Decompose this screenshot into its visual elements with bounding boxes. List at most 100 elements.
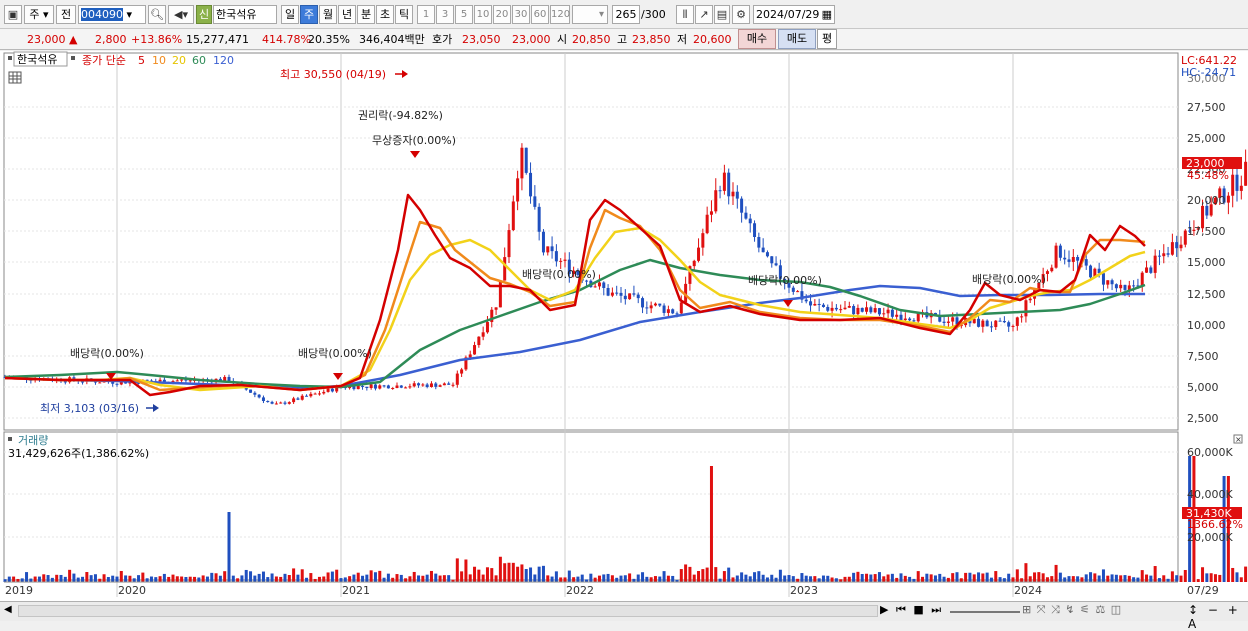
candle-body (904, 319, 907, 321)
search-icon[interactable]: 🔍︎ (148, 5, 166, 24)
scroll-left-icon[interactable]: ◀ (4, 604, 16, 618)
volume-bar (85, 572, 88, 582)
candle-body (296, 398, 299, 399)
legend-close-label[interactable]: 종가 단순 (82, 54, 126, 67)
stock-chart[interactable]: 최고 30,550 (04/19) 권리락(-94.82%) 무상증자(0.00… (0, 51, 1248, 601)
volume-bar (1093, 573, 1096, 582)
speaker-icon[interactable]: ◀▾ (168, 5, 194, 24)
candle-body (994, 321, 997, 327)
candle-body (301, 396, 304, 400)
interval-3[interactable]: 3 (436, 5, 454, 24)
date-input[interactable]: 2024/07/29▦ (753, 5, 835, 24)
chart-area[interactable]: 최고 30,550 (04/19) 권리락(-94.82%) 무상증자(0.00… (0, 51, 1248, 601)
volume-bar (943, 577, 946, 582)
volume-bar (607, 574, 610, 582)
stock-type-select[interactable]: 주 ▾ (24, 5, 54, 24)
volume-bar (163, 574, 166, 582)
volume-bar (111, 576, 114, 582)
period-tick[interactable]: 틱 (395, 5, 413, 24)
candle-body (469, 354, 472, 357)
candle-type-icon[interactable]: ⫴ (676, 5, 694, 24)
sell-button[interactable]: 매도 (778, 29, 816, 49)
volume-bar (1106, 576, 1109, 582)
prev-button[interactable]: 전 (56, 5, 76, 24)
window-icon[interactable]: ▣ (4, 5, 22, 24)
legend-ma10[interactable]: 10 (152, 54, 166, 67)
candle-body (710, 211, 713, 214)
volume-bar (546, 575, 549, 582)
candle-body (1003, 321, 1006, 322)
zoom-controls[interactable]: ↕ − + A (1188, 603, 1248, 631)
volume-bar (1016, 569, 1019, 582)
calendar-icon[interactable]: ▦ (822, 6, 832, 23)
buy-button[interactable]: 매수 (738, 29, 776, 49)
volume-bar (1231, 568, 1234, 582)
volume-bar (167, 577, 170, 582)
candle-body (262, 397, 265, 401)
candle-body (1115, 284, 1118, 288)
close-pane-icon[interactable]: × (1235, 435, 1242, 444)
interval-5[interactable]: 5 (455, 5, 473, 24)
period-week[interactable]: 주 (300, 5, 318, 24)
candle-body (559, 261, 562, 262)
volume-bar (1145, 575, 1148, 582)
period-month[interactable]: 월 (319, 5, 337, 24)
playback-controls[interactable]: ▶ ⏮ ■ ⏭ (880, 603, 943, 617)
legend-ma5[interactable]: 5 (138, 54, 145, 67)
volume-bar (951, 573, 954, 582)
period-year[interactable]: 년 (338, 5, 356, 24)
count-input[interactable]: 265 (612, 5, 640, 24)
volume-bar (499, 557, 502, 582)
legend-ma20[interactable]: 20 (172, 54, 186, 67)
save-icon[interactable]: ▤ (714, 5, 730, 24)
draw-tool-icon[interactable]: ↗ (695, 5, 713, 24)
volume-bar (1136, 578, 1139, 582)
volume-bar (740, 572, 743, 582)
stock-code-input[interactable]: 004090 ▾ (78, 5, 146, 24)
interval-10[interactable]: 10 (474, 5, 492, 24)
volume-bar (1111, 574, 1114, 582)
volume-bar (1033, 572, 1036, 582)
candle-body (981, 321, 984, 327)
interval-1[interactable]: 1 (417, 5, 435, 24)
candle-body (1007, 322, 1010, 326)
volume-bar (904, 576, 907, 582)
volume-bar (964, 573, 967, 582)
volume-bar (620, 576, 623, 582)
avg-button[interactable]: 평 (817, 29, 837, 49)
zoom-slider[interactable] (950, 611, 1020, 613)
volume-bar (1205, 573, 1208, 582)
volume-bar (693, 575, 696, 582)
draw-tools-icons[interactable]: ⊞ ⤧ ⤨ ↯ ⚟ ⚖ ◫ (1022, 603, 1122, 617)
volume-bar (189, 577, 192, 582)
legend-ma120[interactable]: 120 (213, 54, 234, 67)
volume-bar (51, 578, 54, 582)
interval-30[interactable]: 30 (512, 5, 530, 24)
interval-20[interactable]: 20 (493, 5, 511, 24)
volume-bar (1098, 576, 1101, 582)
volume-label[interactable]: 거래량 (18, 434, 48, 447)
volume-bar (29, 579, 32, 582)
candle-body (1141, 273, 1144, 286)
gear-icon[interactable]: ⚙ (732, 5, 750, 24)
volume-bar (232, 576, 235, 582)
volume-bar (900, 573, 903, 582)
low-price: 20,600 (693, 31, 732, 48)
period-minute[interactable]: 분 (357, 5, 375, 24)
horizontal-scrollbar[interactable] (18, 605, 878, 617)
period-day[interactable]: 일 (281, 5, 299, 24)
period-second[interactable]: 초 (376, 5, 394, 24)
volume-bar (141, 573, 144, 582)
interval-custom-select[interactable]: ▾ (572, 5, 608, 24)
candle-body (882, 313, 885, 314)
stock-name-field[interactable]: 한국석유 (213, 5, 277, 24)
candle-body (292, 398, 295, 402)
interval-60[interactable]: 60 (531, 5, 549, 24)
interval-120[interactable]: 120 (550, 5, 570, 24)
volume-bar (309, 573, 312, 582)
legend-ma60[interactable]: 60 (192, 54, 206, 67)
volume-bar (477, 570, 480, 582)
volume-bar (172, 575, 175, 582)
legend-stock-name[interactable]: 한국석유 (17, 53, 57, 66)
volume-bar (1210, 573, 1213, 582)
